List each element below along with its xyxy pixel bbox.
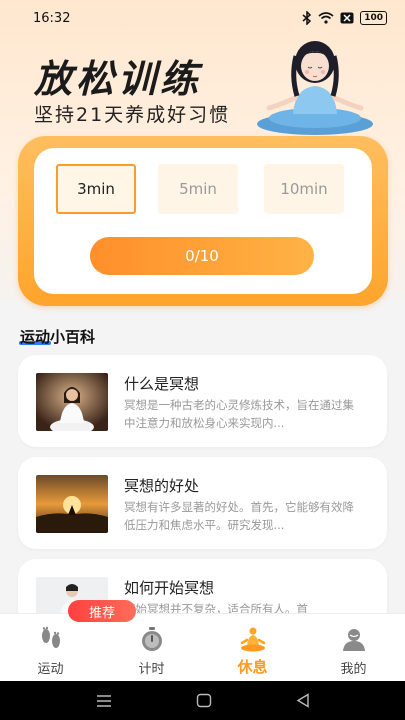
duration-option-3min[interactable]: 3min [56,164,136,214]
article-title: 冥想的好处 [124,477,200,495]
article-title: 如何开始冥想 [124,579,215,597]
profile-icon [343,629,365,651]
start-progress-button[interactable]: 0/10 [90,237,314,275]
tab-label: 计时 [138,662,165,677]
tab-timer[interactable]: 计时 [101,614,202,682]
duration-option-10min[interactable]: 10min [264,164,344,214]
battery-icon: 100 [360,11,387,25]
system-navigation-bar [0,681,405,720]
bluetooth-icon [302,11,312,25]
meditating-girl-illustration [257,41,373,135]
duration-option-5min[interactable]: 5min [158,164,238,214]
tab-label: 休息 [237,658,268,676]
tab-profile[interactable]: 我的 [303,614,404,682]
timer-card-inner: 3min 5min 10min 0/10 [34,148,372,294]
stopwatch-icon [142,627,162,651]
article-description: 冥想有许多显著的好处。首先，它能够有效降低压力和焦虑水平。研究发现... [124,500,354,532]
article-title: 什么是冥想 [124,375,200,393]
meditation-icon [240,627,266,652]
page-title: 放松训练 [34,57,203,101]
wifi-icon [318,12,334,24]
article-thumbnail-image [36,373,108,431]
article-thumbnail-image [36,475,108,533]
page-subtitle: 坚持21天养成好习惯 [34,104,231,126]
tab-label: 我的 [340,662,367,677]
home-icon[interactable] [196,693,212,708]
sim-blocked-icon [340,12,354,24]
status-time: 16:32 [33,10,71,26]
section-title: 运动小百科 [20,328,96,346]
status-icons: 100 [302,11,387,25]
footprints-icon [42,626,60,648]
article-card[interactable]: 冥想的好处 冥想有许多显著的好处。首先，它能够有效降低压力和焦虑水平。研究发现.… [18,457,387,549]
recommend-badge[interactable]: 推荐 [68,600,136,622]
article-card[interactable]: 什么是冥想 冥想是一种古老的心灵修炼技术，旨在通过集中注意力和放松身心来实现内.… [18,355,387,447]
timer-card: 3min 5min 10min 0/10 [18,136,388,306]
menu-icon[interactable] [96,694,112,708]
bottom-tab-bar: 运动 计时 休息 我的 [0,613,405,682]
tab-label: 运动 [37,662,64,677]
tab-sport[interactable]: 运动 [0,614,101,682]
tab-rest[interactable]: 休息 [202,614,303,682]
back-icon[interactable] [296,693,310,708]
status-bar: 16:32 100 [0,0,405,36]
article-description: 冥想是一种古老的心灵修炼技术，旨在通过集中注意力和放松身心来实现内... [124,398,354,430]
